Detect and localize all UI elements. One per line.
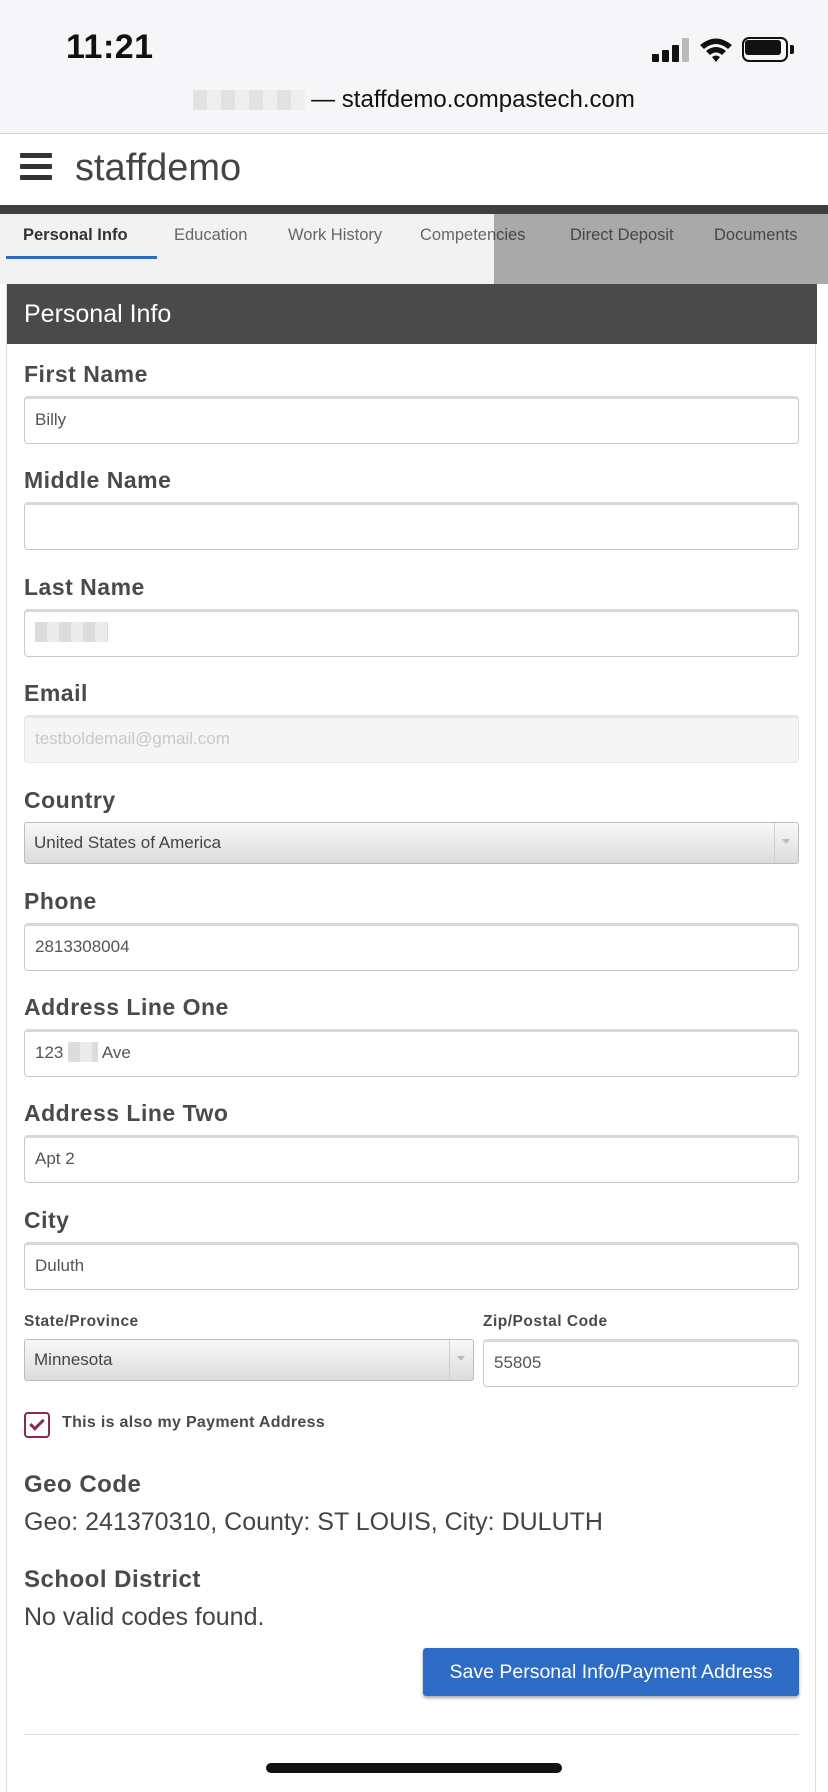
email-label: Email — [24, 680, 88, 706]
country-value: United States of America — [34, 833, 222, 852]
personal-info-panel: Personal Info First Name Billy Middle Na… — [6, 284, 817, 1792]
tab-scroll-overlay — [494, 214, 828, 284]
active-tab-indicator — [6, 256, 157, 259]
divider — [24, 1734, 799, 1735]
first-name-label: First Name — [24, 361, 148, 387]
cellular-signal-icon — [652, 38, 690, 62]
state-value: Minnesota — [34, 1350, 113, 1369]
state-label: State/Province — [24, 1313, 139, 1330]
panel-title: Personal Info — [7, 284, 817, 344]
status-time: 11:21 — [66, 28, 154, 66]
school-district-value: No valid codes found. — [24, 1603, 265, 1631]
header-divider-bar — [0, 205, 828, 214]
zip-field[interactable]: 55805 — [483, 1339, 799, 1387]
last-name-redacted — [35, 622, 108, 642]
address-line-two-field[interactable]: Apt 2 — [24, 1135, 799, 1183]
last-name-label: Last Name — [24, 574, 145, 600]
city-label: City — [24, 1207, 70, 1233]
address-one-prefix: 123 — [35, 1043, 69, 1062]
wifi-icon — [700, 38, 732, 62]
address-line-one-label: Address Line One — [24, 994, 229, 1020]
middle-name-field[interactable] — [24, 502, 799, 550]
payment-address-checkbox[interactable] — [24, 1412, 50, 1438]
url-text: — staffdemo.compastech.com — [311, 86, 635, 113]
geo-code-value: Geo: 241370310, County: ST LOUIS, City: … — [24, 1508, 603, 1536]
city-field[interactable]: Duluth — [24, 1242, 799, 1290]
school-district-heading: School District — [24, 1566, 201, 1593]
address-line-one-field[interactable]: 123 Ave — [24, 1029, 799, 1077]
address-one-redacted — [68, 1042, 99, 1062]
email-field: testboldemail@gmail.com — [24, 715, 799, 763]
chevron-down-icon — [782, 839, 790, 844]
phone-label: Phone — [24, 888, 97, 914]
app-header: staffdemo — [0, 135, 828, 205]
state-select[interactable]: Minnesota — [24, 1339, 474, 1381]
payment-address-label: This is also my Payment Address — [62, 1414, 326, 1431]
address-bar[interactable]: — staffdemo.compastech.com — [0, 86, 828, 114]
geo-code-heading: Geo Code — [24, 1471, 142, 1498]
save-personal-info-button[interactable]: Save Personal Info/Payment Address — [423, 1648, 799, 1696]
home-indicator — [266, 1763, 562, 1773]
address-one-suffix: Ave — [98, 1043, 131, 1062]
battery-icon — [742, 37, 794, 62]
country-select[interactable]: United States of America — [24, 822, 799, 864]
tab-personal-info[interactable]: Personal Info — [23, 214, 128, 284]
hamburger-menu-icon[interactable] — [20, 153, 52, 181]
middle-name-label: Middle Name — [24, 467, 172, 493]
url-redacted — [193, 90, 306, 110]
zip-label: Zip/Postal Code — [483, 1313, 608, 1330]
app-title: staffdemo — [75, 147, 242, 189]
country-label: Country — [24, 787, 116, 813]
address-line-two-label: Address Line Two — [24, 1100, 229, 1126]
tab-work-history[interactable]: Work History — [288, 214, 382, 284]
checkmark-icon — [29, 1415, 45, 1431]
first-name-field[interactable]: Billy — [24, 396, 799, 444]
phone-field[interactable]: 2813308004 — [24, 923, 799, 971]
chevron-down-icon — [457, 1356, 465, 1361]
last-name-field[interactable] — [24, 609, 799, 657]
status-bar: 11:21 — staffdemo.compastech.com — [0, 0, 828, 134]
tab-education[interactable]: Education — [174, 214, 247, 284]
